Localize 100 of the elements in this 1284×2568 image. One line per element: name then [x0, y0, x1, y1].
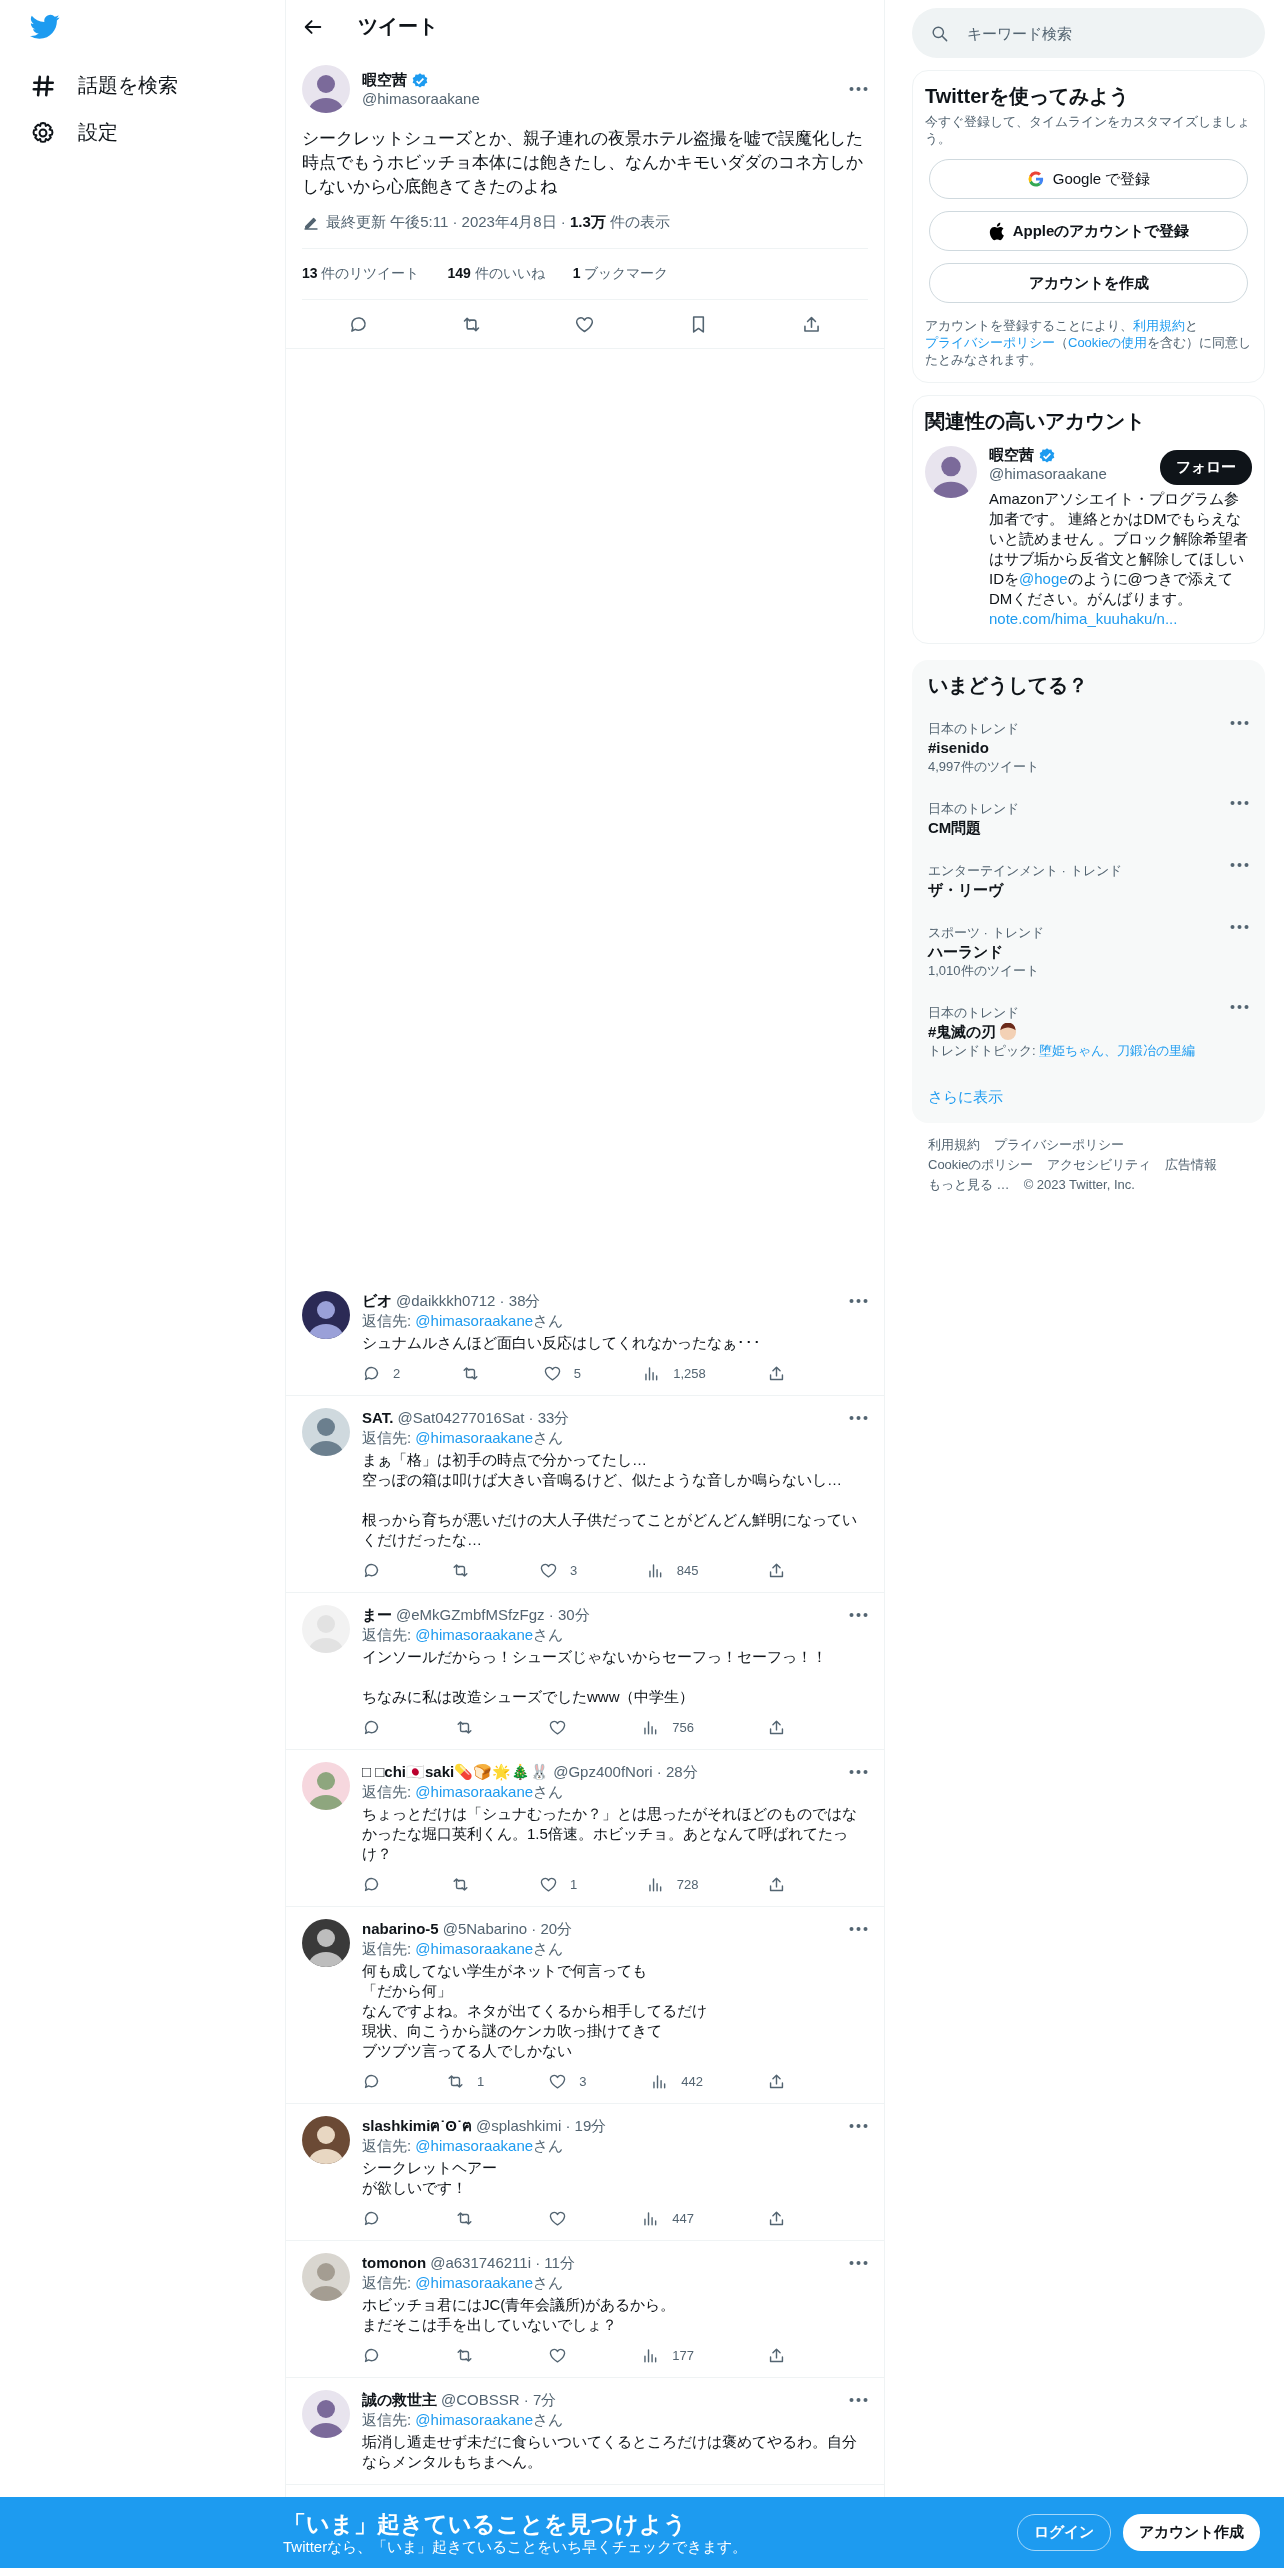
user-name: nabarino-5: [362, 1919, 439, 1939]
user-handle: @COBSSR · 7分: [441, 2390, 558, 2410]
more-icon[interactable]: [849, 1298, 868, 1304]
like-button[interactable]: 5: [542, 1363, 581, 1383]
user-name: □ □chi🇯🇵saki💊🍞🌟🎄🐰: [362, 1762, 550, 1782]
share-icon: [767, 2071, 786, 2091]
trend-context: 日本のトレンド: [928, 800, 1019, 818]
footer-link[interactable]: プライバシーポリシー: [994, 1135, 1124, 1155]
trend-name[interactable]: ハーランド: [928, 942, 1003, 962]
more-icon[interactable]: [1230, 924, 1249, 930]
footer-link[interactable]: 利用規約: [928, 1135, 980, 1155]
trend-topics: トレンドトピック: 堕姫ちゃん、刀鍛冶の里編: [928, 1042, 1196, 1060]
user-handle: @5Nabarino · 20分: [442, 1919, 574, 1939]
reply-to-text: 返信先: @himasoraakaneさん: [362, 1625, 565, 1645]
reply-text: ちなみに私は改造シューズでしたwww（中学生）: [362, 1687, 696, 1707]
footer-link[interactable]: 広告情報: [1165, 1155, 1218, 1175]
more-icon[interactable]: [1230, 720, 1249, 726]
views-button[interactable]: 177: [641, 2345, 694, 2365]
reply-text: 何も成してない学生がネットで何言っても: [362, 1961, 648, 1981]
views-button[interactable]: 447: [641, 2208, 694, 2228]
nav-item[interactable]: 話題を検索: [30, 62, 178, 109]
more-icon[interactable]: [849, 86, 868, 92]
card-subtitle: 今すぐ登録して、タイムラインをカスタマイズしましょう。: [925, 113, 1251, 147]
card-title: Twitterを使ってみよう: [925, 84, 1131, 109]
trend-context: エンターテインメント · トレンド: [928, 862, 1122, 880]
search-icon: [930, 23, 949, 43]
trend-name[interactable]: #isenido: [928, 738, 989, 758]
user-name: 暇空茜: [362, 71, 407, 90]
more-icon[interactable]: [849, 1926, 868, 1932]
views-button[interactable]: 1,258: [642, 1363, 706, 1383]
reply-text: 「だから何」: [362, 1981, 453, 2001]
retweet-button[interactable]: 1: [445, 2071, 485, 2091]
user-handle: @eMkGZmbfMSfzFgz · 30分: [396, 1605, 591, 1625]
banner-title: 「いま」起きていることを見つけよう: [283, 2509, 688, 2538]
user-name: まー: [362, 1605, 392, 1625]
more-icon[interactable]: [849, 1415, 868, 1421]
terms-text: アカウントを登録することにより、利用規約 と プライバシーポリシー（Cookieの使用を含む）に同意したとみなされます。: [925, 317, 1252, 368]
avatar: [302, 1762, 350, 1810]
follow-button[interactable]: フォロー: [1160, 450, 1252, 485]
reply-text: インソールだからっ！シューズじゃないからセーフっ！セーフっ！！: [362, 1647, 828, 1667]
reply-to-text: 返信先: @himasoraakaneさん: [362, 2136, 565, 2156]
like-button[interactable]: 3: [539, 1560, 578, 1580]
avatar: [302, 2116, 350, 2164]
user-handle: @Gpz400fNori · 28分: [553, 1762, 699, 1782]
gear-icon: [30, 119, 56, 146]
user-name: tomonon: [362, 2253, 427, 2273]
more-icon[interactable]: [1230, 800, 1249, 806]
more-icon[interactable]: [1230, 862, 1249, 868]
share-icon: [767, 1560, 786, 1580]
bird-icon[interactable]: [30, 14, 60, 40]
user-handle: @splashkimi · 19分: [476, 2116, 608, 2136]
trend-name[interactable]: CM問題: [928, 818, 982, 838]
tweet-text: シークレットシューズとか、親子連れの夜景ホテル盗撮を嘘で誤魔化した時点でもうホビッチョ本体には飽きたし、なんかキモいダダのコネ方しかしないから心底飽きてきたのよね: [302, 128, 864, 198]
trend-name[interactable]: ザ・リーヴ: [928, 880, 1003, 900]
avatar: [302, 2253, 350, 2301]
views-button[interactable]: 728: [645, 1874, 699, 1894]
footer-link[interactable]: もっと見る …: [928, 1175, 1010, 1195]
more-icon[interactable]: [1230, 1004, 1249, 1010]
trend-context: 日本のトレンド: [928, 1004, 1020, 1022]
more-icon[interactable]: [849, 1612, 868, 1618]
views-button[interactable]: 442: [650, 2071, 704, 2091]
avatar: [302, 1408, 350, 1456]
trend-name[interactable]: #鬼滅の刃: [928, 1022, 997, 1042]
like-button[interactable]: 1: [539, 1874, 578, 1894]
reply-to-text: 返信先: @himasoraakaneさん: [362, 1428, 565, 1448]
trend-context: スポーツ · トレンド: [928, 924, 1044, 942]
reply-text: なんですよね。ネタが出てくるから相手してるだけ: [362, 2001, 708, 2021]
search-bar[interactable]: キーワード検索: [912, 8, 1265, 58]
reply-to-text: 返信先: @himasoraakaneさん: [362, 1782, 565, 1802]
reply-text: シークレットヘアー: [362, 2158, 498, 2178]
more-icon[interactable]: [849, 2123, 868, 2129]
search-field[interactable]: キーワード検索: [967, 24, 1247, 42]
stat-link[interactable]: 13 件のリツイート: [302, 265, 420, 283]
tweet-count: 1,010件のツイート: [928, 962, 1040, 980]
footer-link[interactable]: アクセシビリティ: [1047, 1155, 1152, 1175]
user-handle: @himasoraakane: [989, 465, 1107, 482]
reply-text: 根っから育ちが悪いだけの大人子供だってことがどんどん鮮明になっていくだけだったな…: [362, 1510, 858, 1550]
more-icon[interactable]: [849, 2397, 868, 2403]
footer-link[interactable]: Cookieのポリシー: [928, 1155, 1034, 1175]
like-button[interactable]: 3: [548, 2071, 587, 2091]
stat-link[interactable]: 149 件のいいね: [447, 265, 545, 283]
reply-button[interactable]: 2: [362, 1363, 401, 1383]
reply-text: シュナムルさんほど面白い反応はしてくれなかったなぁ･･･: [362, 1333, 762, 1353]
apple-logo-icon: [987, 221, 1005, 241]
avatar: [302, 1605, 350, 1653]
avatar: [302, 65, 350, 113]
views-button[interactable]: 756: [641, 1717, 694, 1737]
user-handle: @daikkkh0712 · 38分: [396, 1291, 542, 1311]
views-button[interactable]: 845: [645, 1560, 699, 1580]
more-icon[interactable]: [849, 2260, 868, 2266]
stat-link[interactable]: 1 ブックマーク: [572, 265, 669, 283]
reply-text: ちょっとだけは「シュナむったか？」とは思ったがそれほどのものではなかったな堀口英利くん。1.5倍速。ホビッチョ。あとなんて呼ばれてたっけ？: [362, 1804, 858, 1864]
avatar: [302, 1291, 350, 1339]
signup-button[interactable]: アカウント作成: [1123, 2514, 1260, 2551]
trend-context: 日本のトレンド: [928, 720, 1020, 738]
nav-item[interactable]: 設定: [30, 109, 118, 156]
reply-text: ホビッチョ君にはJC(青年会議所)があるから。: [362, 2295, 677, 2315]
reply-text: 垢消し遁走せず未だに食らいついてくるところだけは褒めてやるわ。自分ならメンタルもちまへん。: [362, 2432, 858, 2472]
reply-text: 現状、向こうから謎のケンカ吹っ掛けてきて: [362, 2021, 663, 2041]
more-icon[interactable]: [849, 1769, 868, 1775]
